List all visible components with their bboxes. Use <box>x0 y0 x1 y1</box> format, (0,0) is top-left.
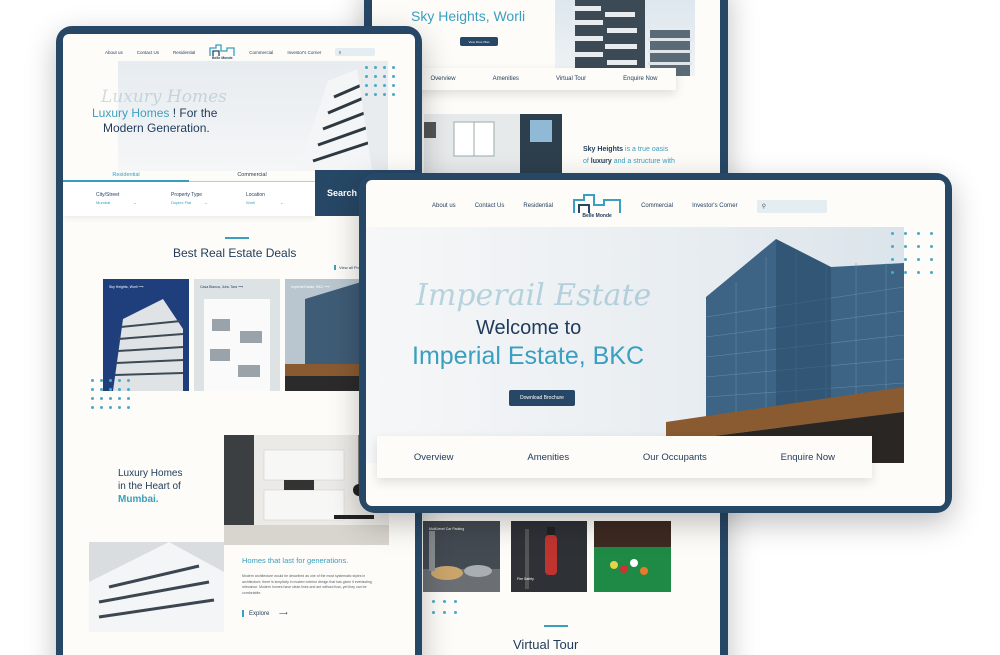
nav-residential[interactable]: Residential <box>523 203 553 209</box>
tab-overview[interactable]: Overview <box>414 452 454 463</box>
arrow-right-icon: ⟶ <box>279 611 288 617</box>
imperial-estate-page: About us Contact Us Residential Belle Mo… <box>366 180 945 506</box>
belle-monde-logo[interactable]: Belle Monde <box>209 44 235 60</box>
filter-city[interactable]: City/Street Mumbai ⌄ <box>96 192 137 205</box>
decorative-dots <box>365 66 395 96</box>
download-brochure-button[interactable]: Download Brochure <box>509 390 575 406</box>
explore-link[interactable]: Explore ⟶ <box>242 610 288 617</box>
decorative-dots <box>91 379 130 409</box>
imperial-tabs: Overview Amenities Our Occupants Enquire… <box>377 436 872 478</box>
gallery-label: Multi-level Car Parking <box>429 527 465 531</box>
search-icon: ⚲ <box>338 49 342 55</box>
section-accent-line <box>225 237 249 239</box>
imperial-estate-title: Imperial Estate, BKC <box>412 342 645 370</box>
sky-heights-title: Sky Heights, Worli <box>411 8 526 24</box>
belle-monde-logo[interactable]: Belle Monde <box>572 193 622 219</box>
imperial-estate-window: About us Contact Us Residential Belle Mo… <box>359 173 952 513</box>
view-floor-plan-button[interactable]: View Floor Plan <box>460 37 498 46</box>
gallery-billiards[interactable] <box>594 521 671 592</box>
mumbai-heading: Luxury Homes in the Heart of Mumbai. <box>118 468 183 505</box>
tab-commercial[interactable]: Commercial <box>189 170 315 182</box>
search-input[interactable]: ⚲ <box>756 199 827 213</box>
search-icon: ⚲ <box>761 203 766 210</box>
hero-script-watermark: Imperail Estate <box>416 278 652 313</box>
nav-about-us[interactable]: About us <box>432 203 456 209</box>
deal-card-sky-heights[interactable]: Sky Heights, Worli ⟶ <box>103 279 189 391</box>
virtual-tour-heading: Virtual Tour <box>513 637 579 652</box>
gallery-fire-safety[interactable]: Fire Safety <box>511 521 587 592</box>
nav-residential[interactable]: Residential <box>173 50 195 55</box>
filter-property-type[interactable]: Property Type Duplex Flat ⌄ <box>171 192 208 205</box>
sky-heights-tabs: Overview Amenities Virtual Tour Enquire … <box>412 68 676 90</box>
home-nav: About us Contact Us Residential Belle Mo… <box>105 44 376 60</box>
hero-headline: Luxury Homes ! For the Modern Generation… <box>92 106 218 135</box>
search-tabs: Residential Commercial <box>63 170 315 182</box>
tab-virtual-tour[interactable]: Virtual Tour <box>556 76 586 82</box>
search-filters: City/Street Mumbai ⌄ Property Type Duple… <box>63 182 315 216</box>
nav-commercial[interactable]: Commercial <box>249 50 273 55</box>
chevron-down-icon: ⌄ <box>133 200 137 205</box>
sky-heights-description: Sky Heights is a true oasis of luxury an… <box>583 146 675 165</box>
hero-script-watermark: Luxury Homes <box>101 87 227 107</box>
imperial-nav: About us Contact Us Residential Belle Mo… <box>432 193 827 219</box>
deal-card-casa-bianca[interactable]: Casa Bianca, Juhu Tara ⟶ <box>194 279 280 391</box>
gallery-car-parking[interactable]: Multi-level Car Parking <box>423 521 500 592</box>
nav-investors-corner[interactable]: Investor's Corner <box>692 203 738 209</box>
decorative-dots <box>891 232 933 274</box>
search-input[interactable]: ⚲ <box>335 48 376 56</box>
homes-body: Modern architecture would be described a… <box>242 574 372 595</box>
chevron-down-icon: ⌄ <box>204 200 208 205</box>
tab-amenities[interactable]: Amenities <box>527 452 569 463</box>
nav-commercial[interactable]: Commercial <box>641 203 673 209</box>
deals-title: Best Real Estate Deals <box>173 246 297 260</box>
nav-contact-us[interactable]: Contact Us <box>475 203 505 209</box>
tab-enquire-now[interactable]: Enquire Now <box>781 452 835 463</box>
tab-overview[interactable]: Overview <box>431 76 456 82</box>
interior-image <box>424 114 562 174</box>
tab-our-occupants[interactable]: Our Occupants <box>643 452 707 463</box>
homes-title: Homes that last for generations. <box>242 556 349 565</box>
section-accent-line <box>544 625 568 627</box>
welcome-text: Welcome to <box>476 317 582 339</box>
tab-enquire-now[interactable]: Enquire Now <box>623 76 657 82</box>
sky-heights-building-image <box>555 0 695 76</box>
chevron-down-icon: ⌄ <box>280 200 284 205</box>
nav-investors-corner[interactable]: Investor's Corner <box>287 50 321 55</box>
logo-icon <box>573 194 622 213</box>
tab-amenities[interactable]: Amenities <box>493 76 519 82</box>
filter-location[interactable]: Location Worli ⌄ <box>246 192 284 205</box>
gallery-label: Fire Safety <box>517 577 534 581</box>
nav-contact-us[interactable]: Contact Us <box>137 50 159 55</box>
nav-about-us[interactable]: About us <box>105 50 123 55</box>
homes-building-image <box>89 542 224 632</box>
decorative-dots <box>432 600 457 614</box>
arrow-right-icon: ⟶ <box>324 285 330 289</box>
arrow-right-icon: ⟶ <box>138 285 144 289</box>
tab-residential[interactable]: Residential <box>63 170 189 182</box>
logo-icon <box>209 44 235 56</box>
arrow-right-icon: ⟶ <box>238 285 244 289</box>
